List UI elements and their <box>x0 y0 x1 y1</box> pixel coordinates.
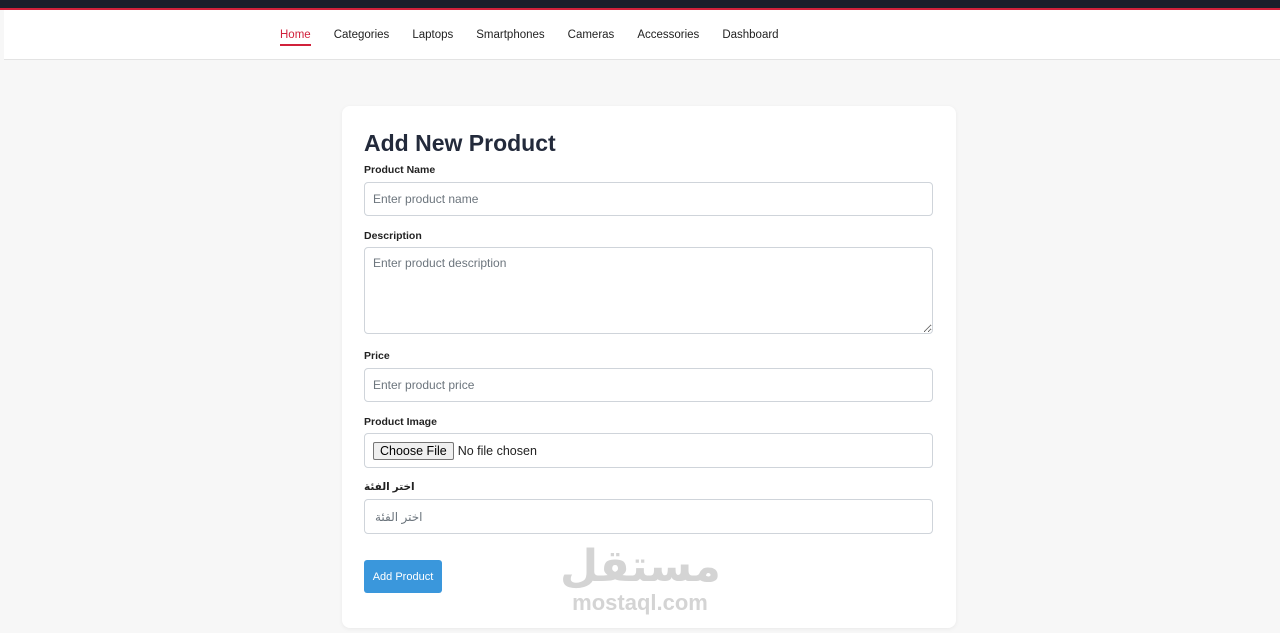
nav-item-laptops[interactable]: Laptops <box>412 27 453 43</box>
product-image-field: Choose File No file chosen <box>364 433 933 468</box>
navbar: Home Categories Laptops Smartphones Came… <box>4 10 1280 60</box>
choose-file-button[interactable]: Choose File <box>373 441 454 460</box>
category-placeholder: اختر الفئة <box>375 509 423 524</box>
price-label: Price <box>364 350 390 362</box>
category-label: اختر الفئة <box>364 481 415 493</box>
file-status-text: No file chosen <box>457 443 537 458</box>
description-textarea[interactable] <box>364 247 933 334</box>
category-input[interactable]: اختر الفئة <box>364 499 933 534</box>
product-name-label: Product Name <box>364 164 436 176</box>
top-accent-bar <box>0 0 1280 10</box>
product-name-input[interactable] <box>364 182 933 216</box>
add-product-card: Add New Product Product Name Description… <box>342 106 956 628</box>
nav-item-accessories[interactable]: Accessories <box>637 27 699 43</box>
nav-links: Home Categories Laptops Smartphones Came… <box>280 10 802 60</box>
nav-item-cameras[interactable]: Cameras <box>568 27 615 43</box>
nav-item-dashboard[interactable]: Dashboard <box>722 27 778 43</box>
price-input[interactable] <box>364 368 933 402</box>
product-image-label: Product Image <box>364 416 437 428</box>
add-product-button[interactable]: Add Product <box>364 560 442 593</box>
nav-item-smartphones[interactable]: Smartphones <box>476 27 544 43</box>
nav-item-home[interactable]: Home <box>280 27 311 46</box>
page-title: Add New Product <box>364 130 556 156</box>
description-label: Description <box>364 230 422 242</box>
nav-item-categories[interactable]: Categories <box>334 27 390 43</box>
